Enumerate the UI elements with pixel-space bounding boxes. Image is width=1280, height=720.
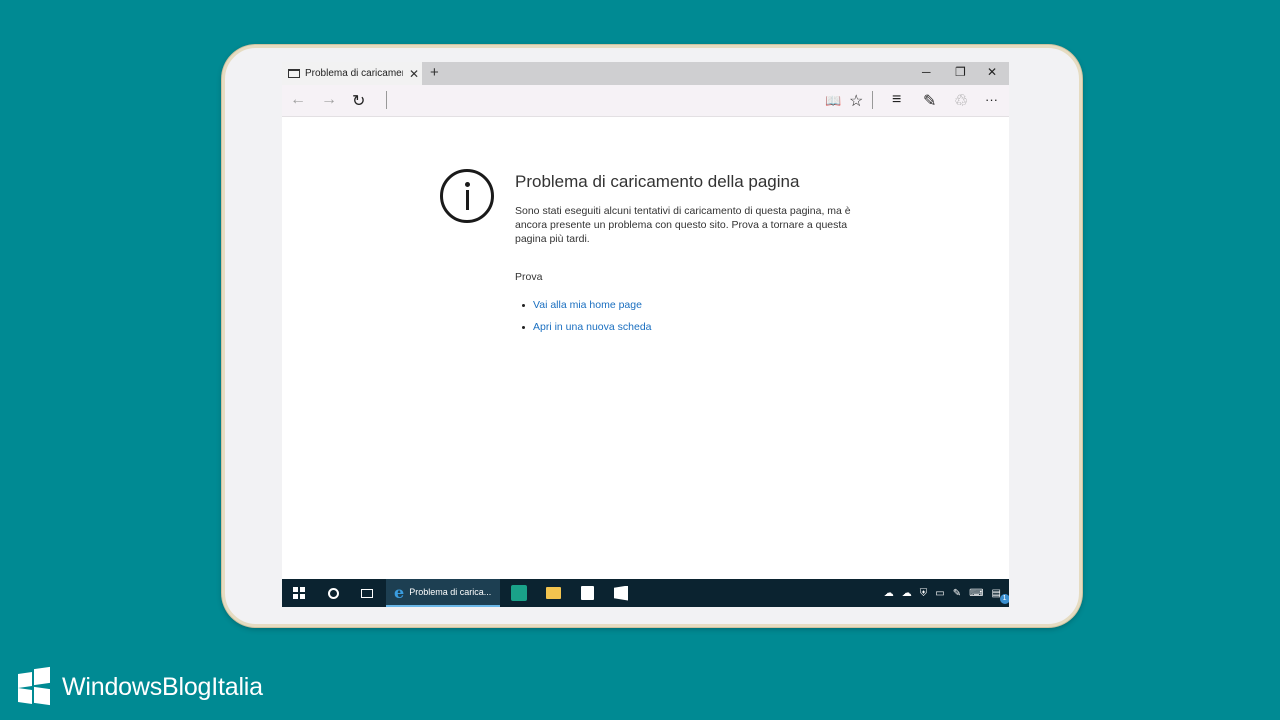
go-home-link[interactable]: Vai alla mia home page [533, 299, 642, 311]
info-icon [440, 169, 494, 223]
web-note-icon[interactable]: ✎ [923, 91, 936, 111]
error-page: Problema di caricamento della pagina Son… [282, 117, 1009, 579]
network-icon[interactable]: ▭ [935, 588, 944, 599]
forward-button[interactable]: → [321, 91, 337, 109]
notification-badge: 1 [999, 593, 1009, 604]
browser-window: Problema di caricament ✕ + ─ ❐ ✕ ← → ↻ 📖… [282, 62, 1009, 607]
pen-icon[interactable]: ✎ [953, 588, 961, 599]
error-title: Problema di caricamento della pagina [515, 172, 800, 191]
refresh-button[interactable]: ↻ [352, 91, 365, 111]
bullet [522, 303, 525, 307]
tab-title: Problema di caricament [305, 68, 403, 79]
cortana-button[interactable] [316, 579, 350, 607]
new-tab-button[interactable]: + [430, 64, 439, 81]
shield-icon[interactable]: ⛨ [920, 588, 928, 599]
app-icon [511, 585, 527, 601]
store-bag-icon [580, 586, 594, 600]
tab-active[interactable]: Problema di caricament ✕ [282, 62, 422, 85]
list-item: Vai alla mia home page [522, 299, 652, 311]
brand-watermark: WindowsBlogItalia [18, 666, 263, 706]
taskbar-store-bag-app[interactable] [570, 579, 604, 607]
folder-icon [545, 587, 561, 599]
error-description: Sono stati eseguiti alcuni tentativi di … [515, 205, 851, 245]
list-item: Apri in una nuova scheda [522, 321, 652, 333]
system-tray: ☁ ☁ ⛨ ▭ ✎ ⌨ ▤ 1 [884, 579, 1009, 607]
taskbar-store-app[interactable] [502, 579, 536, 607]
cortana-icon [327, 587, 339, 599]
nav-separator [872, 91, 873, 109]
hub-icon[interactable]: ≡ [892, 91, 901, 109]
share-icon[interactable]: ♲ [954, 91, 968, 111]
taskbar-app-title: Problema di carica... [409, 587, 492, 597]
start-button[interactable] [282, 579, 316, 607]
taskbar: e Problema di carica... ☁ ☁ ⛨ ▭ ✎ ⌨ ▤ 1 [282, 579, 1009, 607]
reading-view-icon[interactable]: 📖 [825, 93, 841, 109]
keyboard-icon[interactable]: ⌨ [969, 588, 983, 599]
restore-button[interactable]: ❐ [955, 65, 966, 79]
flag-icon [614, 585, 628, 601]
bullet [522, 325, 525, 329]
tab-close-icon[interactable]: ✕ [409, 67, 419, 81]
page-icon [288, 69, 300, 78]
task-view-button[interactable] [350, 579, 384, 607]
windows-logo-icon [18, 666, 50, 706]
taskbar-flag-app[interactable] [604, 579, 638, 607]
more-icon[interactable]: ··· [985, 92, 998, 107]
task-view-icon [361, 588, 373, 598]
nav-separator [386, 91, 387, 109]
minimize-button[interactable]: ─ [922, 65, 931, 79]
close-window-button[interactable]: ✕ [987, 65, 997, 79]
try-label: Prova [515, 271, 543, 283]
onedrive-icon[interactable]: ☁ [902, 588, 912, 599]
open-new-tab-link[interactable]: Apri in una nuova scheda [533, 321, 652, 333]
taskbar-explorer-app[interactable] [536, 579, 570, 607]
cloud-icon[interactable]: ☁ [884, 588, 894, 599]
brand-text: WindowsBlogItalia [62, 672, 263, 701]
notification-icon[interactable]: ▤ 1 [992, 588, 1009, 604]
back-button[interactable]: ← [290, 91, 306, 109]
address-bar[interactable] [392, 93, 792, 109]
suggestion-list: Vai alla mia home page Apri in una nuova… [522, 299, 652, 343]
edge-icon: e [394, 582, 405, 602]
nav-bar: ← → ↻ 📖 ☆ ≡ ✎ ♲ ··· [282, 85, 1009, 117]
tab-strip: Problema di caricament ✕ + ─ ❐ ✕ [282, 62, 1009, 85]
taskbar-edge-app[interactable]: e Problema di carica... [386, 579, 500, 607]
favorite-star-icon[interactable]: ☆ [849, 91, 863, 111]
windows-icon [293, 587, 305, 599]
